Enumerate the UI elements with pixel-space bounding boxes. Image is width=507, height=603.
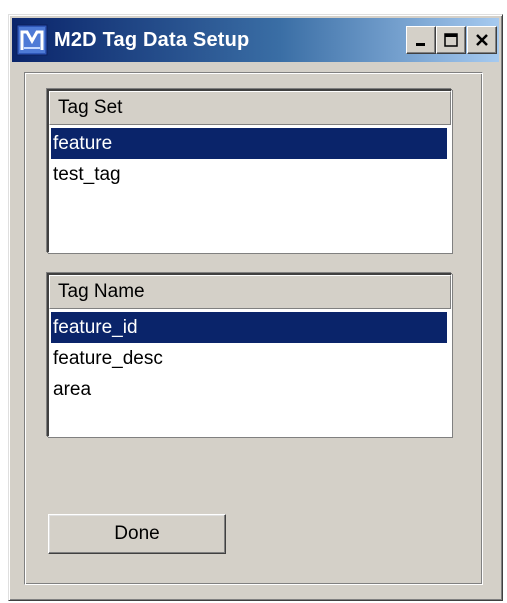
title-bar[interactable]: M2D Tag Data Setup	[12, 18, 499, 62]
tag-name-item-feature-desc[interactable]: feature_desc	[51, 343, 447, 374]
tag-set-header[interactable]: Tag Set	[49, 91, 451, 125]
minimize-icon	[414, 33, 428, 47]
maximize-button[interactable]	[436, 26, 466, 54]
close-icon	[474, 32, 490, 48]
tag-name-header[interactable]: Tag Name	[49, 275, 451, 309]
tag-name-list[interactable]: Tag Name feature_id feature_desc area	[47, 273, 452, 437]
window-title: M2D Tag Data Setup	[54, 29, 250, 51]
m2d-app-icon	[16, 24, 48, 56]
tag-name-item-area[interactable]: area	[51, 374, 447, 405]
maximize-icon	[443, 32, 459, 48]
close-button[interactable]	[467, 26, 497, 54]
done-button[interactable]: Done	[48, 514, 226, 554]
tag-name-item-feature-id[interactable]: feature_id	[51, 312, 447, 343]
tag-set-item-feature[interactable]: feature	[51, 128, 447, 159]
minimize-button[interactable]	[406, 26, 436, 54]
tag-set-list[interactable]: Tag Set feature test_tag	[47, 89, 452, 253]
tag-set-item-test-tag[interactable]: test_tag	[51, 159, 447, 190]
